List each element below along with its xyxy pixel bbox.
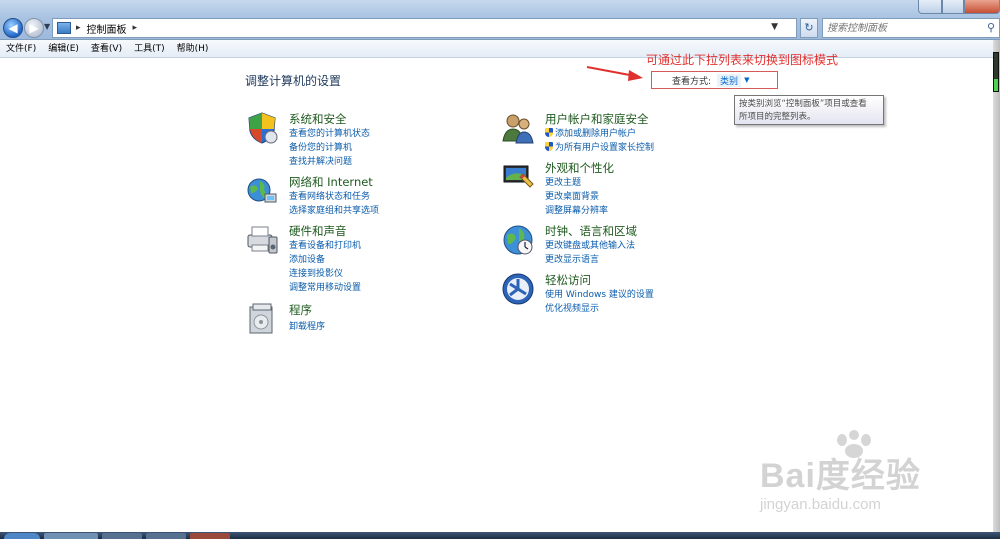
- refresh-button[interactable]: ↻: [800, 18, 818, 38]
- breadcrumb-chevron-icon[interactable]: ▸: [133, 23, 138, 33]
- programs-box-icon[interactable]: [245, 302, 279, 336]
- minimize-button[interactable]: [918, 0, 942, 14]
- menu-bar: 文件(F) 编辑(E) 查看(V) 工具(T) 帮助(H): [0, 40, 1000, 58]
- taskbar-item[interactable]: [146, 533, 186, 539]
- category-link[interactable]: 查看设备和打印机: [289, 238, 361, 251]
- view-by-tooltip: 按类别浏览“控制面板”项目或查看 所项目的完整列表。: [734, 95, 884, 125]
- category-link[interactable]: 调整屏幕分辨率: [545, 203, 608, 216]
- breadcrumb-control-panel[interactable]: 控制面板: [87, 21, 127, 36]
- menu-edit[interactable]: 编辑(E): [42, 40, 85, 57]
- category-hardware-sound: 硬件和声音 查看设备和打印机 添加设备 连接到投影仪 调整常用移动设置: [245, 223, 445, 295]
- category-link[interactable]: 更改键盘或其他输入法: [545, 238, 635, 251]
- watermark-logo: Bai度经验: [760, 457, 921, 495]
- search-input[interactable]: [827, 21, 977, 35]
- control-panel-icon: [57, 22, 71, 34]
- printer-icon[interactable]: [245, 223, 279, 257]
- category-link[interactable]: 为所有用户设置家长控制: [545, 140, 654, 153]
- taskbar-item[interactable]: [44, 533, 98, 539]
- category-link[interactable]: 查看网络状态和任务: [289, 189, 370, 202]
- start-button[interactable]: [4, 533, 40, 539]
- uac-shield-icon: [545, 142, 553, 151]
- back-button[interactable]: ◀: [3, 18, 23, 38]
- dropdown-arrow-icon[interactable]: ▼: [744, 76, 749, 84]
- tooltip-line: 所项目的完整列表。: [739, 112, 816, 122]
- category-link[interactable]: 添加或删除用户帐户: [545, 126, 636, 139]
- search-icon[interactable]: ⚲: [987, 21, 995, 34]
- category-link[interactable]: 更改显示语言: [545, 252, 599, 265]
- view-by-control: 查看方式: 类别 ▼: [651, 71, 778, 89]
- category-appearance: 外观和个性化 更改主题 更改桌面背景 调整屏幕分辨率: [501, 160, 701, 218]
- category-link[interactable]: 连接到投影仪: [289, 266, 343, 279]
- appearance-monitor-icon[interactable]: [501, 160, 535, 194]
- category-link[interactable]: 备份您的计算机: [289, 140, 352, 153]
- network-globe-icon[interactable]: [245, 174, 279, 208]
- category-title[interactable]: 系统和安全: [289, 111, 347, 127]
- category-title[interactable]: 时钟、语言和区域: [545, 223, 637, 239]
- recent-pages-dropdown-icon[interactable]: ▼: [44, 22, 50, 31]
- taskbar-item[interactable]: [190, 533, 230, 539]
- window-edge: [993, 40, 1000, 535]
- maximize-button[interactable]: [942, 0, 964, 14]
- category-network: 网络和 Internet 查看网络状态和任务 选择家庭组和共享选项: [245, 174, 445, 218]
- category-title[interactable]: 轻松访问: [545, 272, 591, 288]
- annotation-text: 可通过此下拉列表来切换到图标模式: [646, 53, 839, 67]
- tooltip-line: 按类别浏览“控制面板”项目或查看: [739, 99, 867, 109]
- taskbar-item[interactable]: [102, 533, 142, 539]
- category-title[interactable]: 网络和 Internet: [289, 174, 373, 190]
- category-link[interactable]: 查看您的计算机状态: [289, 126, 370, 139]
- category-link[interactable]: 添加设备: [289, 252, 325, 265]
- category-link[interactable]: 查找并解决问题: [289, 154, 352, 167]
- baidu-jingyan-watermark: Bai度经验 jingyan.baidu.com: [760, 430, 970, 520]
- category-title[interactable]: 外观和个性化: [545, 160, 614, 176]
- menu-tools[interactable]: 工具(T): [128, 40, 171, 57]
- category-link[interactable]: 更改主题: [545, 175, 581, 188]
- category-link[interactable]: 更改桌面背景: [545, 189, 599, 202]
- category-link[interactable]: 使用 Windows 建议的设置: [545, 287, 654, 300]
- search-box[interactable]: ⚲: [822, 18, 1000, 38]
- category-title[interactable]: 用户帐户和家庭安全: [545, 111, 649, 127]
- category-programs: 程序 卸载程序: [245, 302, 445, 336]
- category-clock-language: 时钟、语言和区域 更改键盘或其他输入法 更改显示语言: [501, 223, 701, 267]
- address-dropdown-icon[interactable]: ▼: [771, 22, 778, 32]
- category-link-text: 为所有用户设置家长控制: [555, 143, 655, 153]
- category-system-security: 系统和安全 查看您的计算机状态 备份您的计算机 查找并解决问题: [245, 111, 445, 169]
- taskbar: [0, 532, 1000, 539]
- category-user-accounts: 用户帐户和家庭安全 添加或删除用户帐户 为所有用户设置家长控制: [501, 111, 721, 155]
- clock-globe-icon[interactable]: [501, 223, 535, 257]
- category-link[interactable]: 选择家庭组和共享选项: [289, 203, 379, 216]
- shield-icon[interactable]: [245, 111, 279, 145]
- category-link[interactable]: 调整常用移动设置: [289, 280, 361, 293]
- menu-help[interactable]: 帮助(H): [171, 40, 215, 57]
- forward-button[interactable]: ▶: [24, 18, 44, 38]
- category-title[interactable]: 硬件和声音: [289, 223, 347, 239]
- watermark-site: jingyan.baidu.com: [760, 496, 881, 513]
- view-by-dropdown[interactable]: 类别: [717, 73, 742, 87]
- annotation-arrow-icon: [586, 66, 643, 81]
- breadcrumb-chevron-icon[interactable]: ▸: [76, 23, 81, 33]
- menu-file[interactable]: 文件(F): [0, 40, 42, 57]
- window-controls: [918, 0, 1000, 14]
- window-title-bar: ◀ ▶ ▼ ▸ 控制面板 ▸ ▼ ↻ ⚲: [0, 0, 1000, 40]
- menu-view[interactable]: 查看(V): [85, 40, 128, 57]
- view-by-label: 查看方式:: [672, 76, 712, 87]
- page-title: 调整计算机的设置: [245, 74, 342, 88]
- category-ease-of-access: 轻松访问 使用 Windows 建议的设置 优化视频显示: [501, 272, 721, 316]
- category-link[interactable]: 优化视频显示: [545, 301, 599, 314]
- gadget-meter-icon: [993, 52, 999, 92]
- category-link[interactable]: 卸载程序: [289, 319, 325, 332]
- address-bar[interactable]: ▸ 控制面板 ▸ ▼: [52, 18, 797, 38]
- uac-shield-icon: [545, 128, 553, 137]
- users-icon[interactable]: [501, 111, 535, 145]
- ease-of-access-icon[interactable]: [501, 272, 535, 306]
- close-button[interactable]: [964, 0, 1000, 14]
- category-title[interactable]: 程序: [289, 302, 312, 318]
- category-link-text: 添加或删除用户帐户: [555, 129, 637, 139]
